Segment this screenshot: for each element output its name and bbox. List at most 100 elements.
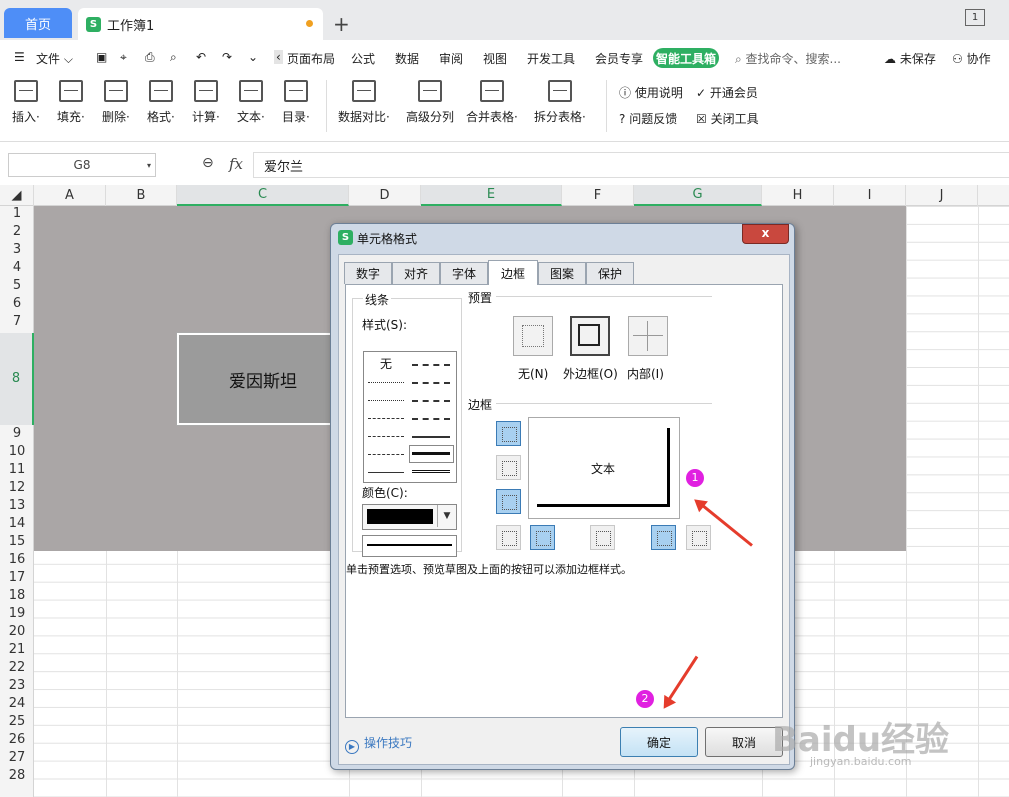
preset-inside-button[interactable] (628, 316, 668, 356)
data-compare-button[interactable]: 数据对比· (338, 80, 390, 125)
format-button[interactable]: 格式· (147, 80, 175, 125)
row-header[interactable]: 15 (0, 534, 34, 549)
function-icon[interactable]: fx (229, 155, 243, 173)
border-bottom-button[interactable] (496, 489, 521, 514)
format-painter-icon[interactable]: ⌖ (120, 50, 127, 65)
row-header[interactable]: 21 (0, 642, 34, 657)
calculate-button[interactable]: 计算· (192, 80, 220, 125)
row-header-8[interactable]: 8 (0, 333, 34, 425)
scroll-left-icon[interactable]: ‹ (274, 50, 283, 64)
row-header[interactable]: 2 (0, 224, 34, 239)
menu-view[interactable]: 视图 (483, 50, 507, 67)
column-header-j[interactable]: J (906, 185, 978, 206)
menu-data[interactable]: 数据 (395, 50, 419, 67)
border-top-button[interactable] (496, 421, 521, 446)
row-header[interactable]: 7 (0, 314, 34, 329)
new-tab-button[interactable]: + (333, 12, 350, 36)
tab-border[interactable]: 边框 (488, 260, 538, 285)
row-header[interactable]: 6 (0, 296, 34, 311)
tab-pattern[interactable]: 图案 (538, 262, 586, 284)
row-header[interactable]: 1 (0, 206, 34, 221)
text-button[interactable]: 文本· (237, 80, 265, 125)
cell-c8[interactable]: 爱因斯坦 (177, 333, 349, 425)
tab-number[interactable]: 数字 (344, 262, 392, 284)
row-header[interactable]: 16 (0, 552, 34, 567)
ok-button[interactable]: 确定 (620, 727, 698, 757)
menu-member[interactable]: 会员专享 (595, 50, 643, 67)
row-header[interactable]: 5 (0, 278, 34, 293)
formula-input[interactable]: 爱尔兰 (253, 152, 1009, 178)
row-header[interactable]: 28 (0, 768, 34, 783)
more-icon[interactable]: ⌄ (248, 50, 258, 64)
zoom-search-icon[interactable]: ⊖ (202, 155, 214, 171)
toc-button[interactable]: 目录· (282, 80, 310, 125)
unsaved-status[interactable]: ☁ 未保存 (884, 50, 936, 67)
row-header[interactable]: 12 (0, 480, 34, 495)
border-right-button[interactable] (651, 525, 676, 550)
row-header[interactable]: 4 (0, 260, 34, 275)
row-header[interactable]: 10 (0, 444, 34, 459)
preset-none-button[interactable] (513, 316, 553, 356)
row-header[interactable]: 20 (0, 624, 34, 639)
row-header[interactable]: 14 (0, 516, 34, 531)
dialog-close-button[interactable]: x (742, 224, 789, 244)
row-header[interactable]: 9 (0, 426, 34, 441)
collaborate-button[interactable]: ⚇ 协作 (952, 50, 991, 67)
line-color-select[interactable]: ▼ (362, 504, 457, 530)
preset-outline-button[interactable] (570, 316, 610, 356)
column-header-a[interactable]: A (34, 185, 106, 206)
row-header[interactable]: 24 (0, 696, 34, 711)
row-header[interactable]: 26 (0, 732, 34, 747)
border-middle-vertical-button[interactable] (590, 525, 615, 550)
column-header-b[interactable]: B (106, 185, 177, 206)
hamburger-icon[interactable]: ☰ (14, 50, 25, 64)
row-header[interactable]: 25 (0, 714, 34, 729)
row-header[interactable]: 19 (0, 606, 34, 621)
save-icon[interactable]: ▣ (96, 50, 107, 64)
menu-smart-toolbox[interactable]: 智能工具箱 (653, 48, 719, 68)
close-tools-link[interactable]: ☒ 关闭工具 (696, 110, 759, 127)
menu-file[interactable]: 文件 ⌵ (36, 50, 73, 67)
tab-protection[interactable]: 保护 (586, 262, 634, 284)
advanced-split-button[interactable]: 高级分列 (406, 80, 454, 125)
border-diagonal-down-button[interactable] (686, 525, 711, 550)
print-preview-icon[interactable]: ⌕ (170, 50, 177, 65)
column-header-i[interactable]: I (834, 185, 906, 206)
print-icon[interactable]: ⎙ (145, 50, 155, 65)
window-count-button[interactable]: 1 (965, 9, 985, 26)
row-header[interactable]: 3 (0, 242, 34, 257)
row-header[interactable]: 11 (0, 462, 34, 477)
name-box[interactable]: G8 ▾ (8, 153, 156, 177)
row-header[interactable]: 13 (0, 498, 34, 513)
tab-workbook[interactable]: S 工作簿1 (78, 8, 323, 40)
border-diagonal-up-button[interactable] (496, 525, 521, 550)
fill-button[interactable]: 填充· (57, 80, 85, 125)
row-header[interactable]: 27 (0, 750, 34, 765)
row-header[interactable]: 23 (0, 678, 34, 693)
delete-button[interactable]: 删除· (102, 80, 130, 125)
redo-icon[interactable]: ↷ (222, 50, 232, 64)
column-header-e[interactable]: E (421, 185, 562, 206)
usage-guide-link[interactable]: ⓘ 使用说明 (619, 84, 683, 101)
row-header[interactable]: 22 (0, 660, 34, 675)
column-header-d[interactable]: D (349, 185, 421, 206)
row-header[interactable]: 17 (0, 570, 34, 585)
row-header[interactable]: 18 (0, 588, 34, 603)
line-style-none[interactable]: 无 (380, 355, 392, 372)
menu-formula[interactable]: 公式 (351, 50, 375, 67)
select-all-corner[interactable]: ◢ (0, 185, 34, 206)
tab-font[interactable]: 字体 (440, 262, 488, 284)
column-header-c[interactable]: C (177, 185, 349, 206)
menu-review[interactable]: 审阅 (439, 50, 463, 67)
split-table-button[interactable]: 拆分表格· (534, 80, 586, 125)
border-left-button[interactable] (530, 525, 555, 550)
menu-developer[interactable]: 开发工具 (527, 50, 575, 67)
border-preview[interactable]: 文本 (528, 417, 680, 519)
column-header-f[interactable]: F (562, 185, 634, 206)
menu-page-layout[interactable]: 页面布局 (287, 50, 335, 67)
tab-alignment[interactable]: 对齐 (392, 262, 440, 284)
insert-button[interactable]: 插入· (12, 80, 40, 125)
undo-icon[interactable]: ↶ (196, 50, 206, 64)
merge-tables-button[interactable]: 合并表格· (466, 80, 518, 125)
column-header-g[interactable]: G (634, 185, 762, 206)
